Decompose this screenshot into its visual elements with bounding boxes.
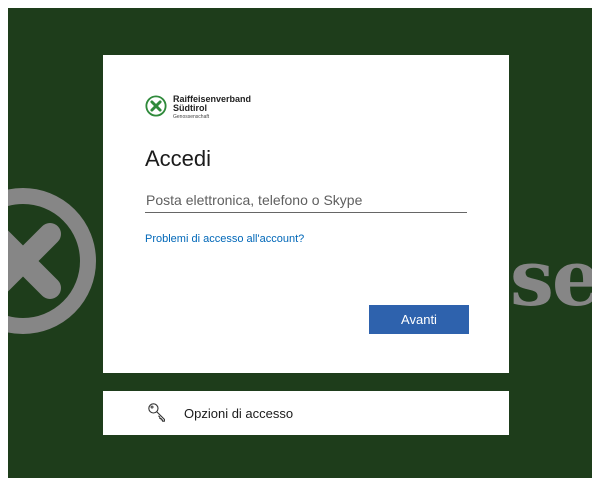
brand-name-line2: Südtirol [173, 103, 207, 113]
next-button[interactable]: Avanti [369, 305, 469, 334]
signin-card: Raiffeisenverband Südtirol Genossenschaf… [103, 55, 509, 373]
brand-name: Raiffeisenverband Südtirol Genossenschaf… [173, 95, 251, 121]
brand-logo: Raiffeisenverband Südtirol Genossenschaf… [145, 95, 251, 121]
signin-options-label: Opzioni di accesso [184, 406, 294, 421]
brand-watermark-icon [8, 188, 96, 334]
key-icon [148, 403, 165, 422]
brand-watermark-text: se [510, 233, 592, 324]
page-title: Accedi [145, 146, 212, 171]
account-help-link[interactable]: Problemi di accesso all'account? [145, 233, 304, 245]
brand-name-line3: Genossenschaft [173, 114, 210, 120]
email-field[interactable] [145, 188, 467, 213]
raiffeisen-logo-icon [145, 95, 167, 117]
signin-options-button[interactable]: Opzioni di accesso [103, 391, 509, 435]
